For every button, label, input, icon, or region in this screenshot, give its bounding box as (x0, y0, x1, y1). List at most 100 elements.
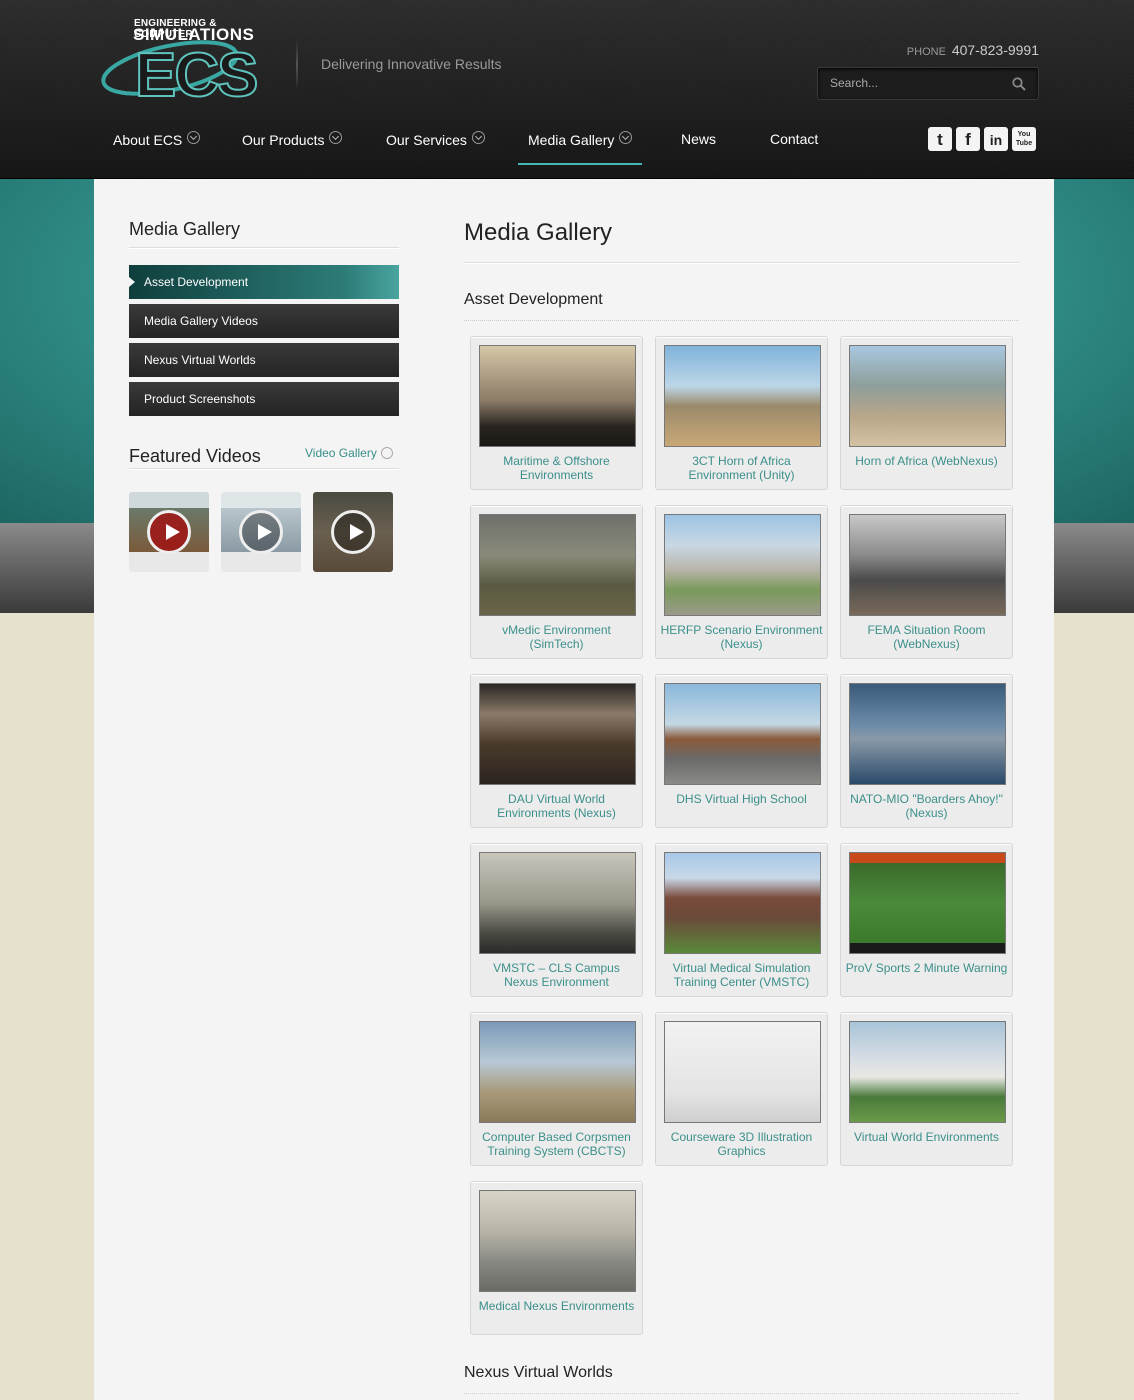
nav-label: News (681, 131, 717, 147)
phone-label: PHONE (906, 46, 946, 58)
gallery-image[interactable] (664, 345, 821, 447)
gallery-image[interactable] (479, 683, 636, 785)
nav-label: Contact (770, 131, 819, 147)
gallery-card[interactable]: Medical Nexus Environments (470, 1181, 643, 1335)
nav-media-gallery[interactable]: Media Gallery (518, 131, 643, 165)
gallery-card[interactable]: Virtual World Environments (840, 1012, 1013, 1166)
gallery-card[interactable]: Horn of Africa (WebNexus) (840, 336, 1013, 490)
gallery-caption[interactable]: Virtual Medical Simulation Training Cent… (660, 961, 823, 989)
sidebar-item-product-screenshots[interactable]: Product Screenshots (129, 382, 399, 416)
gallery-card[interactable]: HERFP Scenario Environment (Nexus) (655, 505, 828, 659)
video-gallery-link[interactable]: Video Gallery (305, 446, 393, 460)
search-box (817, 67, 1039, 100)
play-icon (239, 510, 283, 554)
nav-our-products[interactable]: Our Products (242, 131, 343, 165)
chevron-down-icon (187, 131, 201, 144)
nav-contact[interactable]: Contact (770, 131, 818, 165)
gallery-image[interactable] (664, 852, 821, 954)
nav-our-services[interactable]: Our Services (386, 131, 485, 165)
gallery-caption[interactable]: Computer Based Corpsmen Training System … (475, 1130, 638, 1158)
gallery-card[interactable]: NATO-MIO "Boarders Ahoy!" (Nexus) (840, 674, 1013, 828)
gallery-caption[interactable]: Medical Nexus Environments (475, 1299, 638, 1313)
twitter-icon[interactable]: t (928, 127, 952, 151)
gallery-caption[interactable]: VMSTC – CLS Campus Nexus Environment (475, 961, 638, 989)
gallery-image[interactable] (479, 1021, 636, 1123)
gallery-card[interactable]: Computer Based Corpsmen Training System … (470, 1012, 643, 1166)
section-title-asset-development: Asset Development (464, 291, 603, 308)
gallery-card[interactable]: Maritime & Offshore Environments (470, 336, 643, 490)
chevron-down-icon (329, 131, 343, 144)
ecs-logo-mark: ECS (101, 40, 259, 100)
facebook-icon[interactable]: f (956, 127, 980, 151)
nav-label: Media Gallery (528, 132, 615, 148)
svg-text:ECS: ECS (135, 41, 256, 100)
gallery-caption[interactable]: HERFP Scenario Environment (Nexus) (660, 623, 823, 651)
sidebar-item-asset-development[interactable]: Asset Development (129, 265, 399, 299)
nav-label: Our Products (242, 132, 325, 148)
gallery-card[interactable]: DAU Virtual World Environments (Nexus) (470, 674, 643, 828)
gallery-caption[interactable]: Courseware 3D Illustration Graphics (660, 1130, 823, 1158)
gallery-caption[interactable]: Maritime & Offshore Environments (475, 454, 638, 482)
featured-videos-title: Featured Videos (129, 446, 261, 466)
gallery-caption[interactable]: Horn of Africa (WebNexus) (845, 454, 1008, 468)
featured-divider (129, 468, 399, 470)
phone-contact: PHONE 407-823-9991 (907, 42, 1039, 58)
sidebar-menu: Asset Development Media Gallery Videos N… (129, 265, 399, 421)
featured-video-thumb-2[interactable] (221, 492, 301, 572)
sidebar-item-media-gallery-videos[interactable]: Media Gallery Videos (129, 304, 399, 338)
section-title-nexus-virtual-worlds: Nexus Virtual Worlds (464, 1364, 613, 1381)
gallery-image[interactable] (849, 514, 1006, 616)
gallery-card[interactable]: FEMA Situation Room (WebNexus) (840, 505, 1013, 659)
search-input[interactable] (830, 76, 1010, 90)
gallery-image[interactable] (479, 1190, 636, 1292)
nav-label: About ECS (113, 132, 183, 148)
sidebar-divider (129, 247, 399, 249)
gallery-caption[interactable]: FEMA Situation Room (WebNexus) (845, 623, 1008, 651)
gallery-card[interactable]: Courseware 3D Illustration Graphics (655, 1012, 828, 1166)
gallery-card[interactable]: 3CT Horn of Africa Environment (Unity) (655, 336, 828, 490)
gallery-caption[interactable]: DHS Virtual High School (660, 792, 823, 806)
title-divider (464, 262, 1019, 264)
featured-video-thumb-1[interactable] (129, 492, 209, 572)
ecs-logo[interactable]: ENGINEERING & COMPUTER SIMULATIONS ECS (100, 18, 275, 102)
gallery-caption[interactable]: NATO-MIO "Boarders Ahoy!" (Nexus) (845, 792, 1008, 820)
gallery-card[interactable]: vMedic Environment (SimTech) (470, 505, 643, 659)
nav-label: Our Services (386, 132, 467, 148)
section-divider (464, 320, 1019, 321)
phone-number[interactable]: 407-823-9991 (952, 42, 1039, 58)
page-title: Media Gallery (464, 219, 613, 246)
gallery-card[interactable]: DHS Virtual High School (655, 674, 828, 828)
gallery-image[interactable] (849, 1021, 1006, 1123)
featured-video-thumb-3[interactable] (313, 492, 393, 572)
nav-news[interactable]: News (681, 131, 716, 165)
gallery-image[interactable] (664, 514, 821, 616)
gallery-caption[interactable]: Virtual World Environments (845, 1130, 1008, 1144)
sidebar-title: Media Gallery (129, 219, 241, 239)
search-icon[interactable] (1012, 77, 1026, 91)
gallery-card[interactable]: VMSTC – CLS Campus Nexus Environment (470, 843, 643, 997)
gallery-caption[interactable]: DAU Virtual World Environments (Nexus) (475, 792, 638, 820)
gallery-card[interactable]: ProV Sports 2 Minute Warning (840, 843, 1013, 997)
gallery-image[interactable] (849, 852, 1006, 954)
gallery-caption[interactable]: vMedic Environment (SimTech) (475, 623, 638, 651)
gallery-caption[interactable]: 3CT Horn of Africa Environment (Unity) (660, 454, 823, 482)
sidebar-item-nexus-virtual-worlds[interactable]: Nexus Virtual Worlds (129, 343, 399, 377)
chevron-down-icon (619, 131, 633, 144)
gallery-image[interactable] (849, 345, 1006, 447)
gallery-card[interactable]: Virtual Medical Simulation Training Cent… (655, 843, 828, 997)
youtube-icon[interactable]: You Tube (1012, 127, 1036, 151)
video-gallery-label: Video Gallery (305, 446, 377, 460)
header-divider (296, 40, 298, 90)
gallery-image[interactable] (479, 345, 636, 447)
linkedin-icon[interactable]: in (984, 127, 1008, 151)
gallery-image[interactable] (664, 683, 821, 785)
gallery-image[interactable] (849, 683, 1006, 785)
site-header: ENGINEERING & COMPUTER SIMULATIONS ECS D… (0, 0, 1134, 179)
gallery-caption[interactable]: ProV Sports 2 Minute Warning (845, 961, 1008, 975)
gallery-image[interactable] (479, 852, 636, 954)
gallery-image[interactable] (664, 1021, 821, 1123)
gallery-image[interactable] (479, 514, 636, 616)
play-icon (331, 510, 375, 554)
chevron-down-icon (471, 131, 485, 144)
nav-about-ecs[interactable]: About ECS (113, 131, 201, 165)
